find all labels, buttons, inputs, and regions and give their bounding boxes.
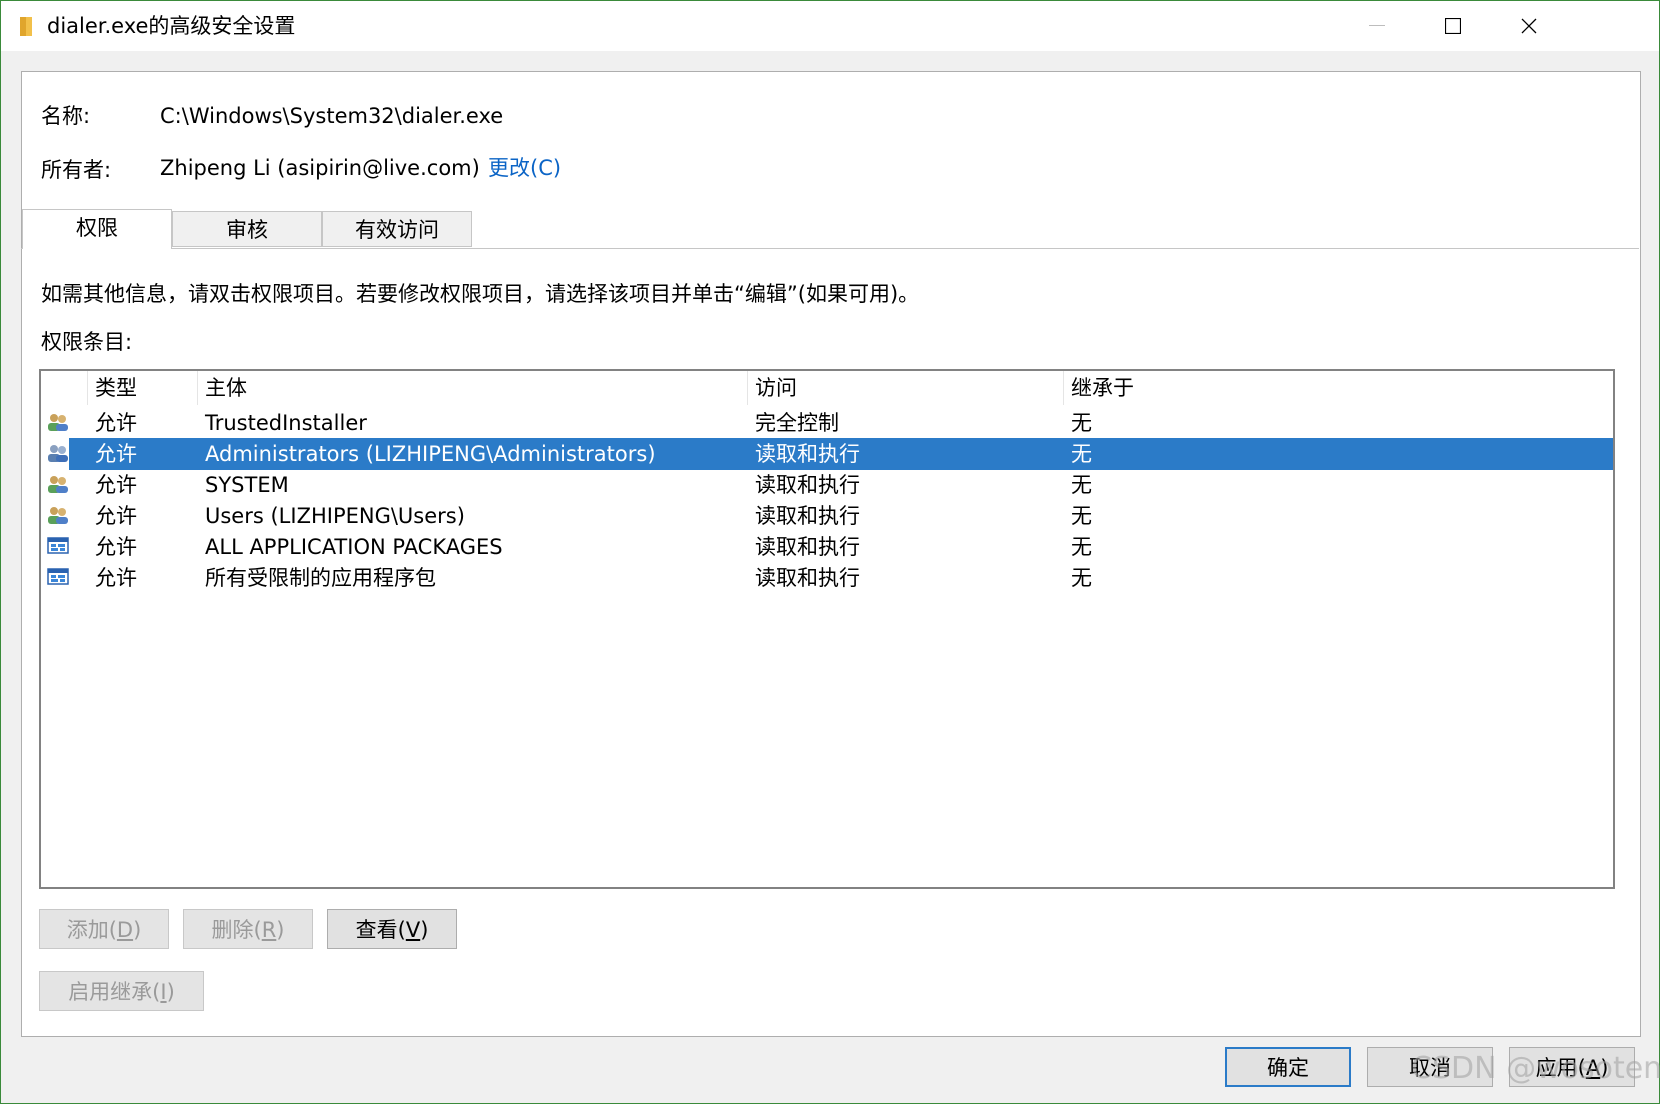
tab-strip-divider (21, 248, 1639, 249)
row-principal: SYSTEM (205, 473, 289, 497)
column-header-access[interactable]: 访问 (755, 375, 797, 401)
permission-entries-label: 权限条目: (41, 330, 133, 354)
dialog-window: dialer.exe的高级安全设置 名称: C:\Windows\System3… (0, 0, 1660, 1104)
row-type: 允许 (95, 442, 137, 466)
row-type: 允许 (95, 504, 137, 528)
row-type: 允许 (95, 473, 137, 497)
row-access: 完全控制 (755, 411, 839, 435)
row-type: 允许 (95, 411, 137, 435)
permission-row[interactable]: 允许 所有受限制的应用程序包 读取和执行 无 (41, 562, 1613, 594)
tab-effective-access[interactable]: 有效访问 (322, 211, 472, 247)
row-principal: TrustedInstaller (205, 411, 367, 435)
watermark: CSDN @wosoten (1411, 1051, 1660, 1086)
view-button-label: 查看( (355, 918, 406, 942)
row-access: 读取和执行 (755, 566, 860, 590)
ok-button[interactable]: 确定 (1225, 1047, 1351, 1087)
permission-row-selected[interactable]: 允许 Administrators (LIZHIPENG\Administrat… (69, 438, 1613, 470)
row-access: 读取和执行 (755, 473, 860, 497)
close-icon (1521, 18, 1537, 34)
permission-row[interactable]: 允许 ALL APPLICATION PACKAGES 读取和执行 无 (41, 531, 1613, 563)
row-access: 读取和执行 (755, 504, 860, 528)
column-separator (1063, 371, 1064, 405)
column-separator (197, 371, 198, 405)
enable-inheritance-label-end: ) (166, 980, 175, 1004)
remove-button-accesskey: R (261, 918, 277, 942)
row-inherited-from: 无 (1071, 535, 1092, 559)
users-group-icon (48, 414, 68, 431)
remove-button[interactable]: 删除(R) (183, 909, 313, 949)
maximize-button[interactable] (1413, 1, 1493, 51)
permission-entries-list[interactable]: 类型 主体 访问 继承于 允许 TrustedInstaller 完全控制 无 … (39, 369, 1615, 889)
app-package-icon (47, 537, 69, 554)
tab-permissions[interactable]: 权限 (22, 209, 172, 249)
row-type: 允许 (95, 535, 137, 559)
instructions-text: 如需其他信息，请双击权限项目。若要修改权限项目，请选择该项目并单击“编辑”(如果… (41, 282, 920, 306)
window-title: dialer.exe的高级安全设置 (47, 14, 296, 38)
remove-button-label: 删除( (211, 918, 262, 942)
row-principal: 所有受限制的应用程序包 (205, 566, 436, 590)
minimize-button[interactable] (1337, 1, 1417, 51)
users-group-icon (48, 476, 68, 493)
add-button-label-end: ) (133, 918, 142, 942)
name-label: 名称: (41, 104, 91, 128)
app-package-icon (47, 568, 69, 585)
view-button-label-end: ) (420, 918, 429, 942)
users-group-icon (48, 507, 68, 524)
remove-button-label-end: ) (276, 918, 285, 942)
permission-row[interactable]: 允许 SYSTEM 读取和执行 无 (41, 469, 1613, 501)
row-access: 读取和执行 (755, 442, 860, 466)
owner-value: Zhipeng Li (asipirin@live.com) (160, 156, 480, 180)
column-separator (87, 371, 88, 405)
tab-auditing[interactable]: 审核 (172, 211, 322, 247)
change-owner-link[interactable]: 更改(C) (488, 155, 561, 181)
add-button-label: 添加( (66, 918, 117, 942)
row-principal: ALL APPLICATION PACKAGES (205, 535, 503, 559)
row-inherited-from: 无 (1071, 566, 1092, 590)
users-group-icon (48, 445, 68, 462)
view-button[interactable]: 查看(V) (327, 909, 457, 949)
row-type: 允许 (95, 566, 137, 590)
folder-icon (20, 17, 32, 36)
add-button[interactable]: 添加(D) (39, 909, 169, 949)
row-inherited-from: 无 (1071, 411, 1092, 435)
enable-inheritance-label: 启用继承( (68, 980, 161, 1004)
column-header-inherited-from[interactable]: 继承于 (1071, 375, 1134, 401)
column-header-principal[interactable]: 主体 (205, 375, 247, 401)
maximize-icon (1445, 18, 1461, 34)
permission-row[interactable]: 允许 Users (LIZHIPENG\Users) 读取和执行 无 (41, 500, 1613, 532)
row-access: 读取和执行 (755, 535, 860, 559)
row-inherited-from: 无 (1071, 504, 1092, 528)
row-inherited-from: 无 (1071, 473, 1092, 497)
column-header-type[interactable]: 类型 (95, 375, 137, 401)
add-button-accesskey: D (116, 918, 134, 942)
title-bar: dialer.exe的高级安全设置 (1, 1, 1659, 51)
enable-inheritance-button[interactable]: 启用继承(I) (39, 971, 204, 1011)
column-separator (747, 371, 748, 405)
row-inherited-from: 无 (1071, 442, 1092, 466)
minimize-icon (1369, 25, 1385, 26)
row-principal: Administrators (LIZHIPENG\Administrators… (205, 442, 656, 466)
row-principal: Users (LIZHIPENG\Users) (205, 504, 465, 528)
owner-label: 所有者: (41, 158, 112, 182)
name-value: C:\Windows\System32\dialer.exe (160, 104, 504, 128)
close-button[interactable] (1489, 1, 1569, 51)
permission-row[interactable]: 允许 TrustedInstaller 完全控制 无 (41, 407, 1613, 439)
view-button-accesskey: V (405, 918, 421, 942)
